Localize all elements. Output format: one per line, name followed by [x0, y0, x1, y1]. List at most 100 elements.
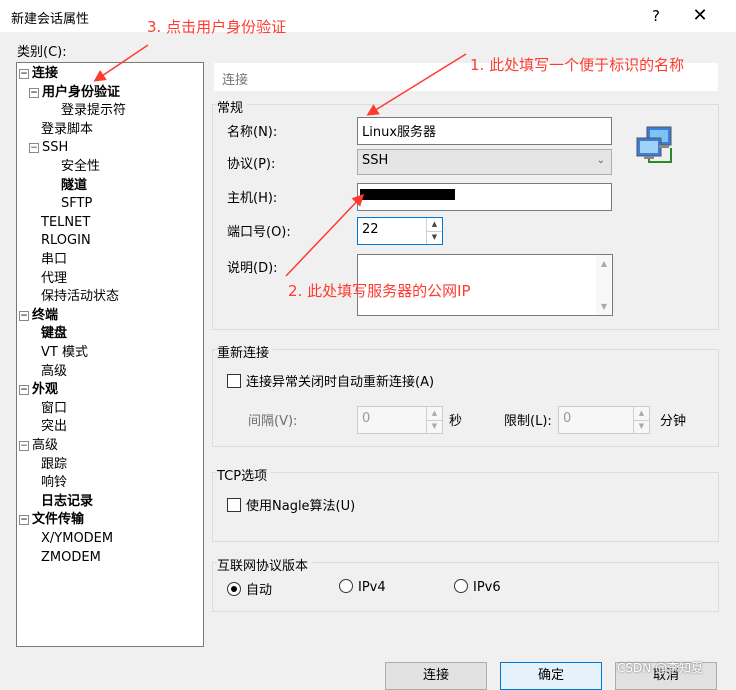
radio-ipv4[interactable]: IPv4	[339, 579, 386, 595]
host-label: 主机(H):	[227, 191, 278, 206]
radio-icon[interactable]	[454, 579, 468, 593]
tree-item[interactable]: 安全性	[61, 158, 100, 176]
tree-item[interactable]: 隧道	[61, 177, 87, 195]
checkbox-box[interactable]	[227, 374, 241, 388]
radio-ipv4-label: IPv4	[358, 580, 386, 595]
tree-item[interactable]: − SSH	[29, 139, 68, 157]
radio-selected-icon[interactable]	[227, 582, 241, 596]
annotation-name: 1. 此处填写一个便于标识的名称	[470, 56, 685, 74]
interval-label: 间隔(V):	[248, 414, 298, 429]
protocol-select[interactable]: SSH ⌄	[357, 149, 612, 175]
category-label: 类别(C):	[17, 45, 67, 60]
interval-unit: 秒	[449, 414, 463, 429]
ok-button[interactable]: 确定	[500, 662, 602, 690]
tree-item-label: 日志记录	[41, 493, 94, 509]
tree-item-label: 隧道	[61, 177, 88, 193]
tree-item[interactable]: SFTP	[61, 195, 92, 213]
tree-item[interactable]: VT 模式	[41, 344, 88, 362]
radio-auto-label: 自动	[246, 583, 273, 598]
tree-item[interactable]: 登录脚本	[41, 121, 93, 139]
tree-item[interactable]: − 外观	[19, 381, 58, 399]
scroll-up-icon[interactable]: ▲	[596, 259, 612, 268]
tree-item[interactable]: 窗口	[41, 400, 67, 418]
limit-stepper[interactable]: 0 ▲ ▼	[558, 406, 650, 434]
close-button[interactable]: ✕	[685, 3, 715, 29]
spin-up-icon[interactable]: ▲	[427, 218, 442, 232]
interval-stepper[interactable]: 0 ▲ ▼	[357, 406, 443, 434]
tree-item[interactable]: 高级	[41, 363, 67, 381]
tree-item[interactable]: 登录提示符	[61, 102, 126, 120]
tree-item-label: VT 模式	[41, 345, 88, 360]
collapse-icon[interactable]: −	[19, 515, 29, 526]
tree-item-label: 连接	[32, 66, 59, 81]
description-label: 说明(D):	[227, 261, 278, 276]
radio-auto[interactable]: 自动	[227, 579, 272, 598]
nagle-label: 使用Nagle算法(U)	[246, 499, 356, 514]
tree-item[interactable]: − 文件传输	[19, 511, 84, 529]
tree-item[interactable]: − 终端	[19, 307, 58, 325]
tree-item-label: 键盘	[41, 326, 68, 342]
collapse-icon[interactable]: −	[29, 143, 39, 154]
tree-item[interactable]: 响铃	[41, 474, 67, 492]
scroll-down-icon[interactable]: ▼	[596, 302, 612, 311]
spin-up-icon[interactable]: ▲	[427, 407, 442, 421]
port-value: 22	[362, 222, 379, 237]
tree-item-label: 跟踪	[41, 456, 68, 472]
tree-item[interactable]: X/YMODEM	[41, 530, 113, 548]
tree-item[interactable]: 串口	[41, 251, 67, 269]
tree-item-label: X/YMODEM	[41, 531, 114, 546]
connect-button[interactable]: 连接	[385, 662, 487, 690]
interval-value: 0	[362, 411, 371, 426]
auto-reconnect-checkbox[interactable]: 连接异常关闭时自动重新连接(A)	[227, 371, 434, 390]
nagle-checkbox[interactable]: 使用Nagle算法(U)	[227, 495, 355, 514]
general-group-title: 常规	[217, 97, 248, 116]
tree-item-label: 高级	[32, 438, 59, 453]
tree-item[interactable]: 日志记录	[41, 493, 93, 511]
tree-item[interactable]: ZMODEM	[41, 549, 101, 567]
limit-label: 限制(L):	[504, 414, 552, 429]
host-field[interactable]	[357, 183, 612, 211]
tree-item[interactable]: 保持活动状态	[41, 288, 119, 306]
tree-item[interactable]: RLOGIN	[41, 232, 91, 250]
port-stepper[interactable]: 22 ▲ ▼	[357, 217, 443, 245]
ip-version-group-title: 互联网协议版本	[217, 555, 313, 574]
scrollbar[interactable]: ▲ ▼	[596, 255, 612, 315]
collapse-icon[interactable]: −	[19, 385, 29, 396]
spin-down-icon[interactable]: ▼	[427, 231, 442, 244]
radio-ipv6[interactable]: IPv6	[454, 579, 501, 595]
category-tree[interactable]: − 连接 − 用户身份验证 登录提示符 登录脚本 − SSH 安全性 隧道 SFTP TELNET RL…	[16, 62, 204, 647]
tree-item[interactable]: − 用户身份验证	[29, 84, 120, 102]
tree-item[interactable]: − 连接	[19, 65, 58, 83]
name-field[interactable]: Linux服务器	[357, 117, 612, 145]
collapse-icon[interactable]: −	[19, 69, 29, 79]
tree-item-label: 文件传输	[32, 512, 85, 528]
spin-up-icon[interactable]: ▲	[634, 407, 649, 421]
section-header-text: 连接	[222, 73, 249, 88]
tree-item-label: 响铃	[41, 475, 68, 491]
collapse-icon[interactable]: −	[19, 441, 29, 451]
tree-item-label: SSH	[42, 140, 69, 156]
name-label: 名称(N):	[227, 125, 278, 140]
radio-icon[interactable]	[339, 579, 353, 593]
window-title: 新建会话属性	[11, 12, 90, 27]
collapse-icon[interactable]: −	[29, 87, 39, 98]
tree-item[interactable]: TELNET	[41, 214, 90, 232]
spin-down-icon[interactable]: ▼	[634, 420, 649, 433]
tree-item-label: 终端	[32, 307, 59, 323]
watermark: CSDN @李知夏	[617, 661, 704, 675]
tree-item[interactable]: 代理	[41, 270, 67, 288]
tree-item[interactable]: 键盘	[41, 325, 67, 343]
tree-item-label: 登录提示符	[61, 103, 127, 119]
help-button[interactable]: ?	[641, 3, 671, 29]
spin-down-icon[interactable]: ▼	[427, 420, 442, 433]
tree-item-label: RLOGIN	[41, 233, 91, 249]
checkbox-box[interactable]	[227, 498, 241, 512]
tree-item-label: SFTP	[61, 196, 93, 212]
tree-item-label: 外观	[32, 382, 59, 398]
tree-item[interactable]: 突出	[41, 418, 67, 436]
auto-reconnect-label: 连接异常关闭时自动重新连接(A)	[246, 375, 435, 390]
collapse-icon[interactable]: −	[19, 310, 29, 321]
tree-item-label: 串口	[41, 252, 68, 267]
tree-item[interactable]: 跟踪	[41, 456, 67, 474]
tree-item[interactable]: − 高级	[19, 437, 58, 455]
